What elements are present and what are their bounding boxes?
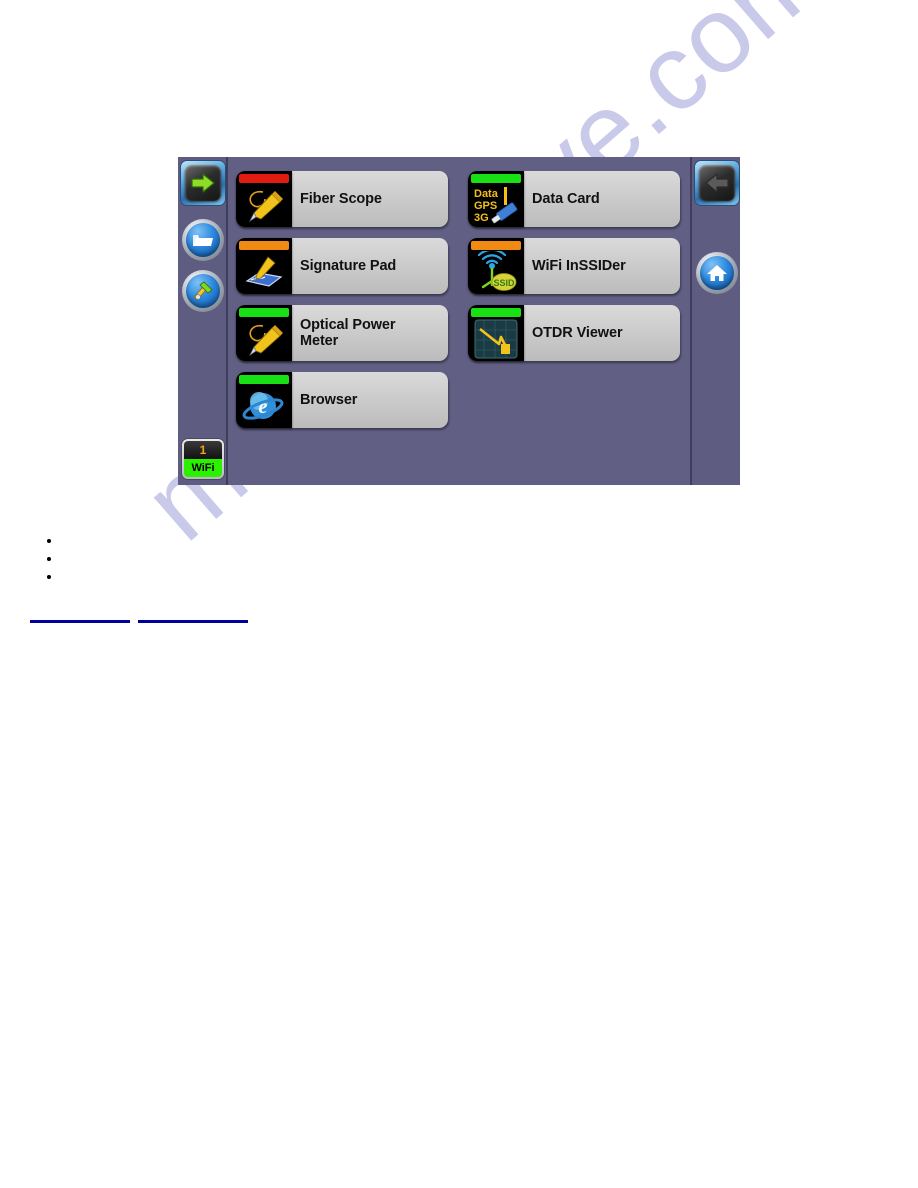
app-label: OTDR Viewer	[532, 324, 623, 341]
document-link-row	[30, 606, 248, 623]
app-item-signature-pad[interactable]: Signature Pad	[236, 238, 448, 294]
wifi-label: WiFi	[184, 459, 222, 477]
open-folder-icon	[193, 235, 213, 246]
app-status-bar	[239, 174, 289, 183]
app-label: Browser	[300, 391, 358, 408]
right-toolbar	[690, 157, 740, 485]
back-arrow-button[interactable]	[695, 161, 739, 205]
otdr-viewer-icon	[468, 305, 524, 361]
svg-text:GPS: GPS	[474, 200, 497, 212]
otdr-viewer-art	[468, 317, 524, 361]
device-screenshot: 1 WiFi Fiber Scope Signature Pad Optical…	[178, 157, 740, 485]
wifi-count: 1	[184, 441, 222, 459]
fiber-scope-icon	[236, 171, 292, 227]
svg-text:Data: Data	[474, 188, 499, 200]
doc-link-second[interactable]	[138, 606, 248, 623]
app-item-wifi-inssider[interactable]: SSID WiFi InSSIDer	[468, 238, 680, 294]
tools-icon	[193, 281, 213, 301]
app-item-otdr-viewer[interactable]: OTDR Viewer	[468, 305, 680, 361]
home-icon	[707, 265, 727, 281]
app-grid: Fiber Scope Signature Pad Optical Power …	[236, 165, 684, 485]
app-item-fiber-scope[interactable]: Fiber Scope	[236, 171, 448, 227]
forward-arrow-button[interactable]	[181, 161, 225, 205]
back-arrow-button-face	[699, 165, 735, 201]
app-status-bar	[471, 241, 521, 250]
forward-arrow-button-face	[185, 165, 221, 201]
document-bullet-list	[44, 532, 62, 586]
left-toolbar: 1 WiFi	[178, 157, 228, 485]
signature-pad-art	[236, 250, 292, 294]
app-item-browser[interactable]: e Browser	[236, 372, 448, 428]
browser-icon: e	[236, 372, 292, 428]
browser-art: e	[236, 384, 292, 428]
app-label: Data Card	[532, 190, 600, 207]
data-card-art: Data GPS 3G	[468, 183, 524, 227]
app-label: Optical Power Meter	[300, 316, 396, 349]
app-item-optical-power-meter[interactable]: Optical Power Meter	[236, 305, 448, 361]
app-status-bar	[471, 308, 521, 317]
wifi-inssider-art: SSID	[468, 250, 524, 294]
app-column-right: Data GPS 3G Data Card SSID WiFi InSSIDer…	[468, 171, 680, 372]
wifi-inssider-icon: SSID	[468, 238, 524, 294]
tools-button-face	[186, 274, 220, 308]
home-button[interactable]	[696, 252, 738, 294]
app-status-bar	[239, 241, 289, 250]
app-label: WiFi InSSIDer	[532, 257, 626, 274]
app-label: Signature Pad	[300, 257, 397, 274]
optical-power-meter-art	[236, 317, 292, 361]
fiber-scope-art	[236, 183, 292, 227]
signature-pad-icon	[236, 238, 292, 294]
data-card-icon: Data GPS 3G	[468, 171, 524, 227]
app-status-bar	[239, 375, 289, 384]
file-folder-button[interactable]	[182, 219, 224, 261]
app-item-data-card[interactable]: Data GPS 3G Data Card	[468, 171, 680, 227]
app-status-bar	[471, 174, 521, 183]
doc-link-first[interactable]	[30, 606, 130, 623]
wifi-status-tile[interactable]: 1 WiFi	[182, 439, 224, 479]
app-status-bar	[239, 308, 289, 317]
home-button-face	[700, 256, 734, 290]
file-folder-button-face	[186, 223, 220, 257]
right-arrow-icon	[191, 173, 215, 193]
app-grid-area: Fiber Scope Signature Pad Optical Power …	[228, 157, 690, 485]
app-column-left: Fiber Scope Signature Pad Optical Power …	[236, 171, 448, 439]
left-arrow-icon	[705, 173, 729, 193]
tools-button[interactable]	[182, 270, 224, 312]
app-label: Fiber Scope	[300, 190, 382, 207]
svg-text:3G: 3G	[474, 212, 489, 224]
optical-power-meter-icon	[236, 305, 292, 361]
svg-text:SSID: SSID	[493, 278, 515, 288]
